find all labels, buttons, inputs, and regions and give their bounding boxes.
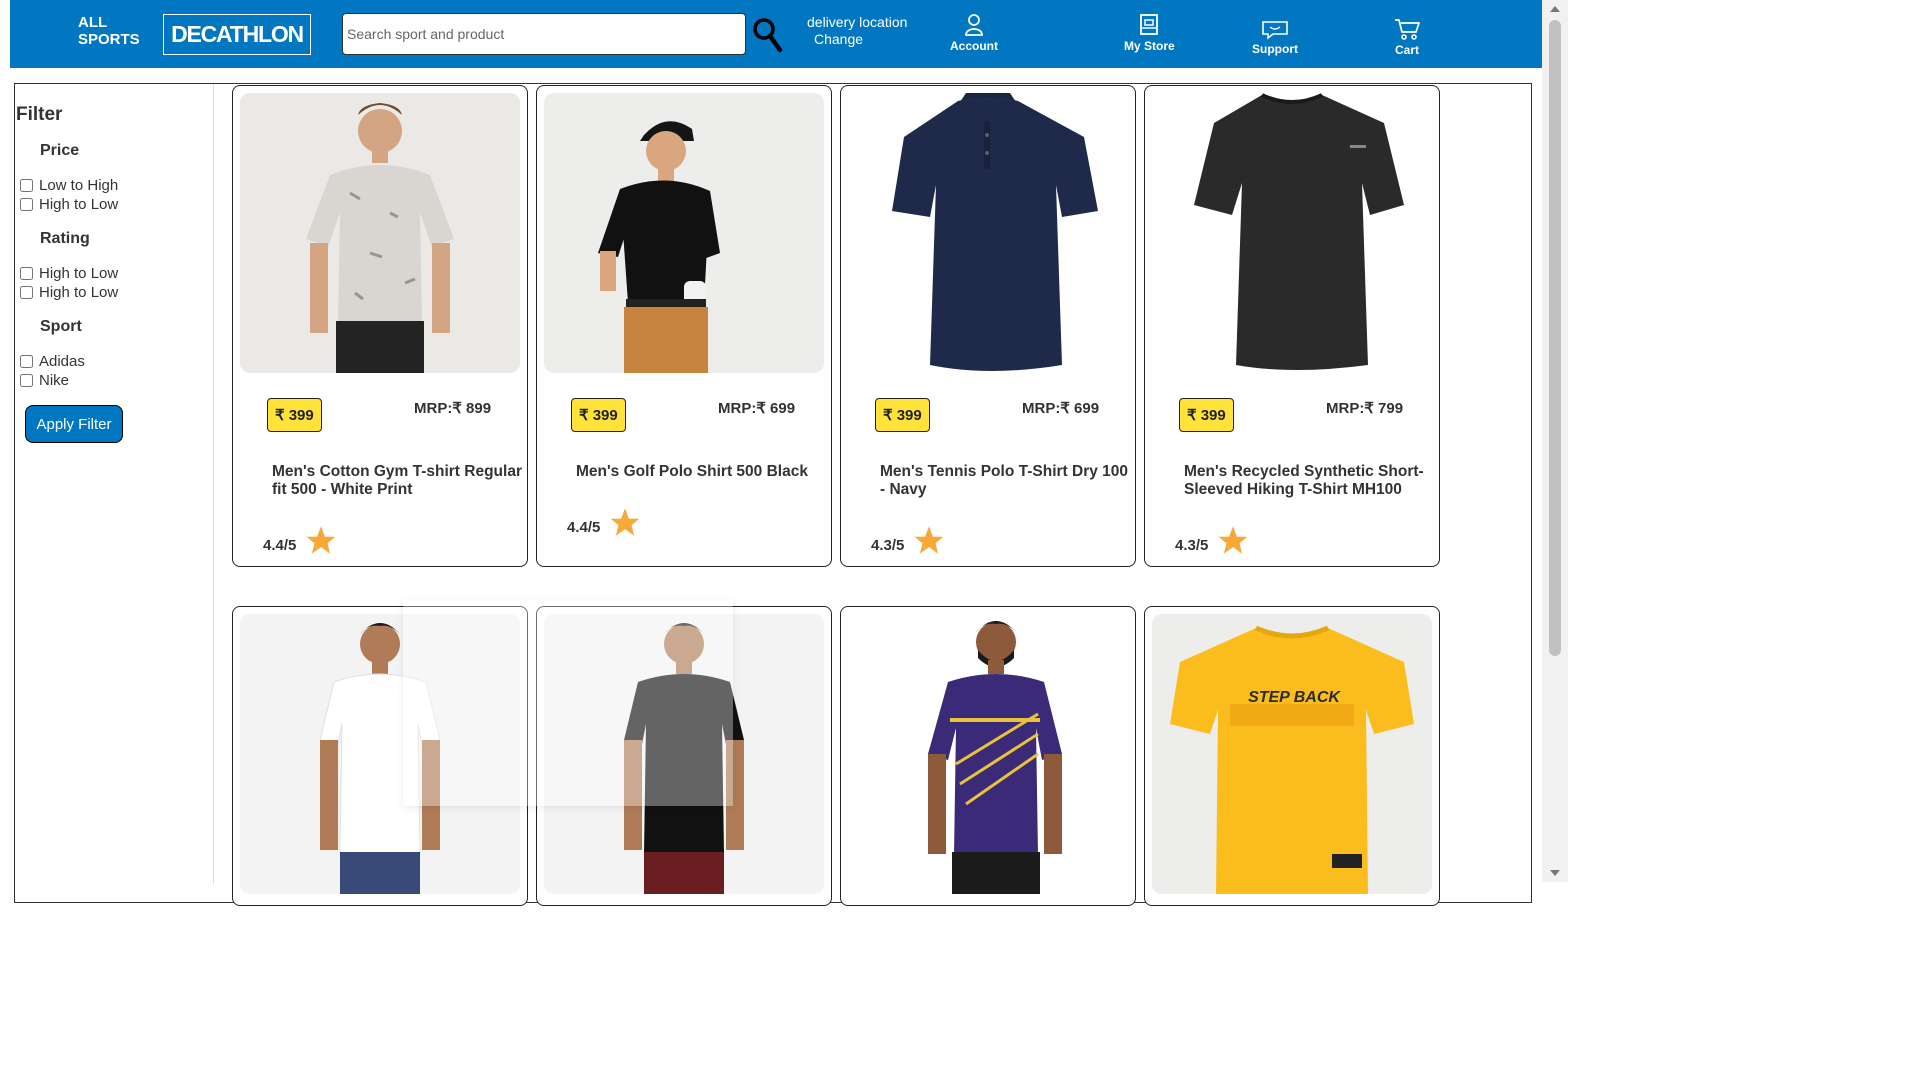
product-card[interactable]: ₹ 399 MRP:₹ 699 Men's Golf Polo Shirt 50…: [536, 85, 832, 567]
page-scrollbar[interactable]: [1542, 0, 1568, 882]
account-label: Account: [950, 39, 998, 53]
rating-checkbox-2[interactable]: [20, 286, 33, 299]
product-card[interactable]: [840, 606, 1136, 906]
option-label: High to Low: [39, 284, 119, 301]
rating-option-2[interactable]: High to Low: [18, 284, 118, 301]
search-input[interactable]: [342, 13, 746, 55]
all-sports-label: ALL SPORTS: [78, 14, 140, 48]
scroll-down-arrow-icon[interactable]: [1550, 870, 1560, 876]
scroll-up-arrow-icon[interactable]: [1550, 6, 1560, 12]
price-badge: ₹ 399: [1179, 398, 1234, 432]
search-button[interactable]: [752, 16, 784, 54]
navy-polo-image: [848, 93, 1128, 373]
option-label: High to Low: [39, 265, 119, 282]
product-rating: 4.4/5: [263, 525, 337, 555]
product-name[interactable]: Men's Tennis Polo T-Shirt Dry 100 - Navy: [880, 463, 1136, 499]
cart-link[interactable]: Cart: [1393, 17, 1421, 57]
yellow-tshirt-image: STEP BACK: [1152, 614, 1432, 894]
tshirt-print-text: STEP BACK: [1248, 689, 1341, 706]
product-name[interactable]: Men's Golf Polo Shirt 500 Black: [576, 463, 832, 481]
price-high-to-low-option[interactable]: High to Low: [18, 196, 118, 213]
sport-nike-checkbox[interactable]: [20, 374, 33, 387]
sport-adidas-option[interactable]: Adidas: [18, 353, 85, 370]
rating-value: 4.3/5: [871, 536, 905, 554]
product-image[interactable]: [848, 93, 1128, 373]
my-store-link[interactable]: My Store: [1124, 13, 1175, 53]
account-link[interactable]: Account: [950, 13, 998, 53]
search-icon: [753, 18, 783, 53]
rating-option-1[interactable]: High to Low: [18, 265, 118, 282]
purple-jersey-model-image: [848, 614, 1128, 894]
product-card[interactable]: STEP BACK: [1144, 606, 1440, 906]
product-rating: 4.3/5: [871, 525, 945, 555]
product-image[interactable]: [544, 93, 824, 373]
apply-filter-button[interactable]: Apply Filter: [25, 405, 123, 443]
rating-heading: Rating: [40, 230, 90, 247]
price-low-to-high-option[interactable]: Low to High: [18, 177, 118, 194]
option-label: High to Low: [39, 196, 119, 213]
rating-value: 4.4/5: [567, 518, 601, 536]
top-header: ALL SPORTS DECATHLON delivery location C…: [10, 0, 1542, 68]
black-hiking-tshirt-image: [1152, 93, 1432, 373]
filter-title: Filter: [16, 104, 63, 125]
mrp-text: MRP:₹ 699: [1022, 400, 1100, 417]
all-sports-menu[interactable]: ALL SPORTS: [78, 14, 140, 48]
price-low-to-high-checkbox[interactable]: [20, 179, 33, 192]
star-icon: [611, 508, 640, 536]
rating-checkbox-1[interactable]: [20, 267, 33, 280]
price-badge: ₹ 399: [571, 398, 626, 432]
product-name[interactable]: Men's Recycled Synthetic Short-Sleeved H…: [1184, 463, 1440, 499]
mrp-text: MRP:₹ 699: [718, 400, 796, 417]
rating-value: 4.3/5: [1175, 536, 1209, 554]
price-badge: ₹ 399: [267, 398, 322, 432]
sport-heading: Sport: [40, 318, 82, 335]
golf-polo-model-image: [544, 93, 824, 373]
price-heading: Price: [40, 142, 80, 159]
price-high-to-low-checkbox[interactable]: [20, 198, 33, 211]
star-icon: [915, 526, 944, 554]
mrp-text: MRP:₹ 799: [1326, 400, 1404, 417]
product-image[interactable]: [1152, 93, 1432, 373]
star-icon: [1219, 526, 1248, 554]
star-icon: [307, 526, 336, 554]
my-store-label: My Store: [1124, 39, 1175, 53]
cart-label: Cart: [1394, 43, 1419, 57]
product-card[interactable]: ₹ 399 MRP:₹ 799 Men's Recycled Synthetic…: [1144, 85, 1440, 567]
product-image[interactable]: [240, 93, 520, 373]
brand-name: DECATHLON: [171, 21, 304, 47]
product-rating: 4.4/5: [567, 507, 641, 537]
product-rating: 4.3/5: [1175, 525, 1249, 555]
delivery-change-link[interactable]: Change: [807, 31, 907, 48]
account-icon: [965, 14, 983, 36]
price-badge: ₹ 399: [875, 398, 930, 432]
support-link[interactable]: Support: [1252, 20, 1298, 56]
sport-nike-option[interactable]: Nike: [18, 372, 69, 389]
product-card[interactable]: ₹ 399 MRP:₹ 899 Men's Cotton Gym T-shirt…: [232, 85, 528, 567]
option-label: Adidas: [39, 353, 85, 370]
product-image[interactable]: STEP BACK: [1152, 614, 1432, 894]
support-label: Support: [1252, 42, 1298, 56]
store-icon: [1140, 14, 1159, 35]
scrollbar-thumb[interactable]: [1549, 20, 1561, 656]
filter-sidebar: Filter Price Low to High High to Low Rat…: [15, 84, 214, 884]
rating-value: 4.4/5: [263, 536, 297, 554]
product-card[interactable]: ₹ 399 MRP:₹ 699 Men's Tennis Polo T-Shir…: [840, 85, 1136, 567]
decathlon-logo[interactable]: DECATHLON: [163, 14, 311, 55]
delivery-location[interactable]: delivery location Change: [807, 14, 907, 48]
sport-adidas-checkbox[interactable]: [20, 355, 33, 368]
product-image[interactable]: [848, 614, 1128, 894]
option-label: Nike: [39, 372, 70, 389]
tshirt-model-image: [240, 93, 520, 373]
mrp-text: MRP:₹ 899: [414, 400, 492, 417]
cart-icon: [1395, 19, 1420, 40]
delivery-label: delivery location: [807, 14, 908, 30]
hover-overlay: [403, 600, 733, 806]
support-chat-icon: [1262, 21, 1288, 40]
option-label: Low to High: [39, 177, 119, 194]
product-name[interactable]: Men's Cotton Gym T-shirt Regular fit 500…: [272, 463, 528, 499]
